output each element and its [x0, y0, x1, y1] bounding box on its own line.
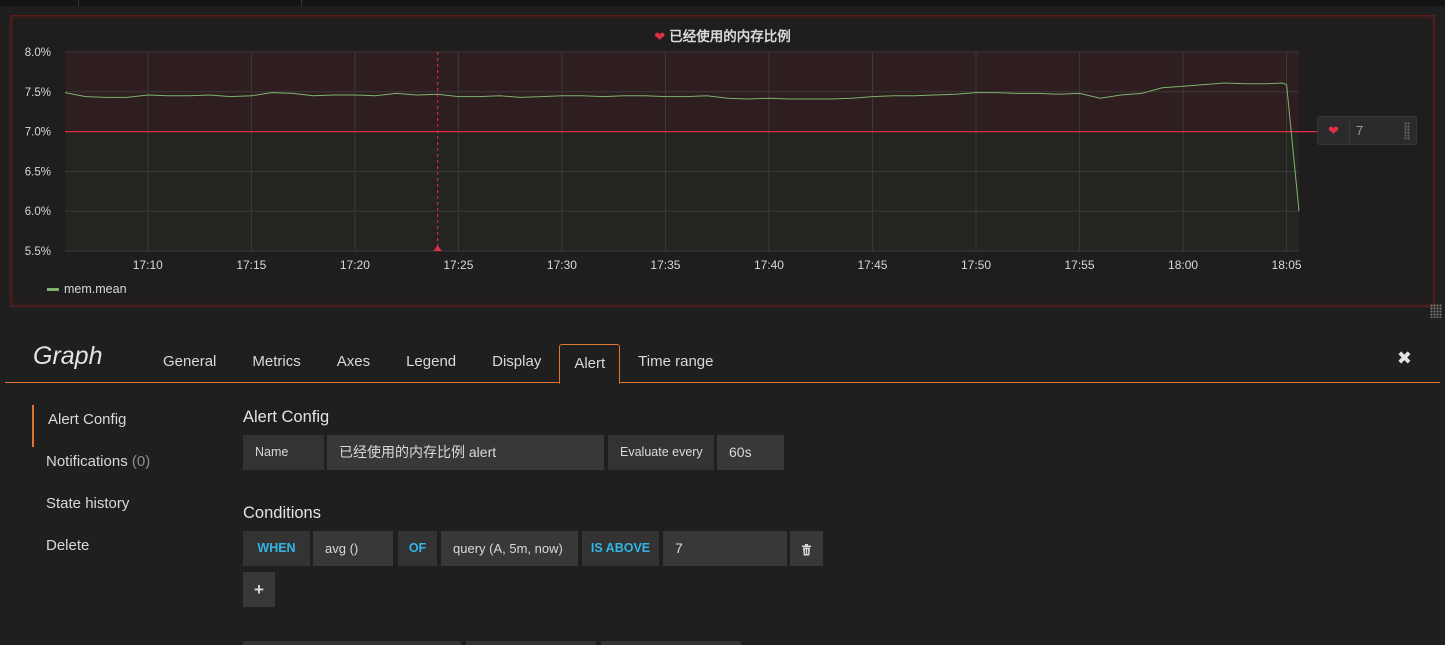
- y-tick-label: 5.5%: [25, 246, 51, 258]
- of-keyword: OF: [398, 531, 437, 566]
- x-tick-label: 18:05: [1272, 258, 1302, 272]
- drag-grip-icon[interactable]: [1404, 122, 1410, 140]
- threshold-handle-value: 7: [1356, 123, 1364, 138]
- close-icon[interactable]: ✖: [1397, 348, 1412, 369]
- tab-legend[interactable]: Legend: [388, 343, 474, 381]
- sidenav-item-label: Notifications: [46, 453, 128, 470]
- threshold-input[interactable]: 7: [663, 531, 787, 566]
- x-tick-label: 18:00: [1168, 258, 1198, 272]
- top-strip-segment: [79, 0, 302, 6]
- alert-name-input[interactable]: 已经使用的内存比例 alert: [327, 435, 604, 470]
- top-strip-segment: [0, 0, 79, 6]
- x-tick-label: 17:55: [1065, 258, 1095, 272]
- sidenav-item-state-history[interactable]: State history: [32, 489, 150, 531]
- editor-title: Graph: [33, 342, 103, 370]
- top-strip: [0, 0, 1445, 6]
- legend-series-name[interactable]: mem.mean: [64, 282, 127, 296]
- graph-panel: ❤ 已经使用的内存比例 8.0% 7.5% 7.0% 6.5% 6.0% 5.5% 17:10…: [10, 15, 1442, 318]
- y-tick-label: 7.5%: [25, 87, 51, 99]
- trash-icon-glyph: [802, 543, 811, 556]
- evaluate-every-input[interactable]: 60s: [717, 435, 784, 470]
- sidenav-item-alert-config[interactable]: Alert Config: [32, 405, 150, 447]
- x-tick-label: 17:30: [547, 258, 577, 272]
- cutoff-field: [601, 641, 741, 645]
- sidenav-item-delete[interactable]: Delete: [32, 531, 150, 573]
- x-tick-label: 17:15: [236, 258, 266, 272]
- tab-general[interactable]: General: [145, 343, 234, 381]
- editor-header: Graph General Metrics Axes Legend Displa…: [5, 338, 1440, 384]
- cutoff-field: [466, 641, 596, 645]
- line-chart[interactable]: 8.0% 7.5% 7.0% 6.5% 6.0% 5.5% 17:10 17:15 17:20 1…: [11, 16, 1436, 308]
- when-keyword: WHEN: [243, 531, 310, 566]
- evaluate-every-label: Evaluate every: [608, 435, 714, 470]
- tab-display[interactable]: Display: [474, 343, 559, 381]
- sidenav-item-notifications[interactable]: Notifications (0): [32, 447, 150, 489]
- evaluator-select[interactable]: IS ABOVE: [582, 531, 659, 566]
- x-tick-label: 17:50: [961, 258, 991, 272]
- x-tick-label: 17:45: [857, 258, 887, 272]
- add-condition-button[interactable]: +: [243, 572, 275, 607]
- ok-region: [65, 131, 1299, 251]
- y-tick-label: 6.5%: [25, 166, 51, 178]
- legend-swatch: [47, 287, 59, 291]
- y-tick-label: 6.0%: [25, 206, 51, 218]
- x-tick-label: 17:40: [754, 258, 784, 272]
- alert-sidenav: Alert Config Notifications (0) State his…: [32, 405, 150, 573]
- x-tick-label: 17:10: [133, 258, 163, 272]
- trash-icon[interactable]: [790, 531, 823, 566]
- tab-axes[interactable]: Axes: [319, 343, 388, 381]
- y-tick-label: 8.0%: [25, 47, 51, 59]
- tab-time-range[interactable]: Time range: [620, 343, 731, 381]
- name-label: Name: [243, 435, 324, 470]
- x-tick-label: 17:20: [340, 258, 370, 272]
- reducer-select[interactable]: avg (): [313, 531, 393, 566]
- notifications-count: (0): [131, 453, 151, 470]
- editor-tabs: General Metrics Axes Legend Display Aler…: [145, 343, 731, 384]
- y-tick-label: 7.0%: [25, 127, 51, 139]
- cutoff-field: [243, 641, 461, 645]
- threshold-handle[interactable]: ❤ 7: [1317, 116, 1417, 145]
- conditions-heading: Conditions: [243, 504, 321, 522]
- resize-handle-icon[interactable]: [1430, 304, 1442, 318]
- broken-heart-icon: ❤: [1318, 117, 1350, 144]
- x-tick-label: 17:25: [443, 258, 473, 272]
- chart-legend[interactable]: mem.mean: [47, 282, 127, 296]
- alert-config-heading: Alert Config: [243, 408, 330, 426]
- tab-metrics[interactable]: Metrics: [234, 343, 318, 381]
- tab-alert[interactable]: Alert: [559, 344, 621, 384]
- x-tick-label: 17:35: [650, 258, 680, 272]
- query-select[interactable]: query (A, 5m, now): [441, 531, 578, 566]
